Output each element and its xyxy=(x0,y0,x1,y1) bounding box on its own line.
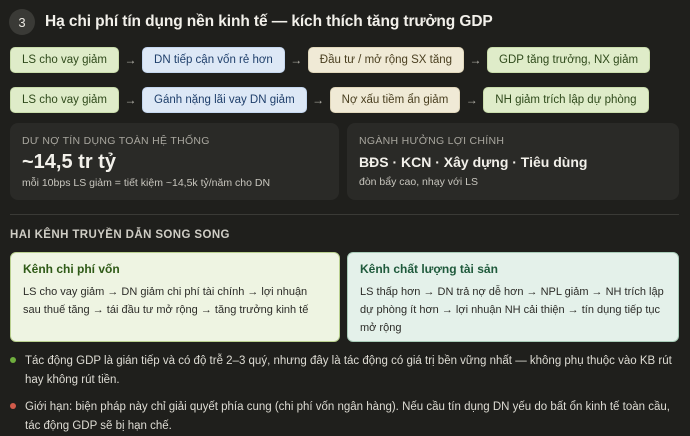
note-text: Tác động GDP là gián tiếp và có độ trễ 2… xyxy=(25,355,672,386)
stat-card-beneficiary-sectors: NGÀNH HƯỞNG LỢI CHÍNH BĐS · KCN · Xây dự… xyxy=(347,123,679,200)
section-heading: HAI KÊNH TRUYỀN DẪN SONG SONG xyxy=(10,229,230,241)
flow-step-bad-debt-down[interactable]: Nợ xấu tiềm ẩn giảm xyxy=(329,87,461,113)
bullet-dot-icon xyxy=(10,357,16,363)
card-label: NGÀNH HƯỞNG LỢI CHÍNH xyxy=(359,135,505,147)
arrow-right-icon: → xyxy=(465,93,478,107)
flow-step-lending-rate-down[interactable]: LS cho vay giảm xyxy=(10,47,120,73)
stat-card-credit-outstanding: DƯ NỢ TÍN DỤNG TOÀN HỆ THỐNG ~14,5 tr tỷ… xyxy=(10,123,339,200)
card-label: DƯ NỢ TÍN DỤNG TOÀN HỆ THỐNG xyxy=(22,135,210,147)
bullet-dot-icon xyxy=(10,403,16,409)
flow-step-lending-rate-down[interactable]: LS cho vay giảm xyxy=(10,87,120,113)
arrow-right-icon: → xyxy=(124,53,137,67)
arrow-right-icon: → xyxy=(469,53,482,67)
arrow-right-icon: → xyxy=(124,93,137,107)
page-title: Hạ chi phí tín dụng nền kinh tế — kích t… xyxy=(45,13,493,30)
section-header: 3 Hạ chi phí tín dụng nền kinh tế — kích… xyxy=(9,9,493,35)
note-text: Giới hạn: biện pháp này chỉ giải quyết p… xyxy=(25,401,670,432)
channel-title: Kênh chất lượng tài sản xyxy=(360,262,498,276)
flow-step-gdp-growth[interactable]: GDP tăng trưởng, NX giảm xyxy=(487,47,651,73)
arrow-right-icon: → xyxy=(290,53,303,67)
note-gdp-impact: Tác động GDP là gián tiếp và có độ trễ 2… xyxy=(10,352,682,390)
card-value: BĐS · KCN · Xây dựng · Tiêu dùng xyxy=(359,154,588,170)
channel-description: LS thấp hơn → DN trả nợ dễ hơn → NPL giả… xyxy=(360,286,664,334)
flow-step-cheaper-capital[interactable]: DN tiếp cận vốn rẻ hơn xyxy=(142,47,285,73)
flow-step-interest-burden-down[interactable]: Gánh nặng lãi vay DN giảm xyxy=(142,87,307,113)
channel-title: Kênh chi phí vốn xyxy=(23,262,120,276)
note-limitation: Giới hạn: biện pháp này chỉ giải quyết p… xyxy=(10,398,682,436)
flow-row-cost-channel: LS cho vay giảm → DN tiếp cận vốn rẻ hơn… xyxy=(10,47,651,73)
channel-card-cost-of-capital: Kênh chi phí vốn LS cho vay giảm → DN gi… xyxy=(10,252,340,342)
card-subtext: mỗi 10bps LS giảm = tiết kiệm ~14,5k tỷ/… xyxy=(22,177,271,189)
flow-step-investment-up[interactable]: Đầu tư / mở rộng SX tăng xyxy=(307,47,465,73)
step-number-badge: 3 xyxy=(9,9,35,35)
arrow-right-icon: → xyxy=(312,93,325,107)
section-divider xyxy=(10,214,679,215)
card-value: ~14,5 tr tỷ xyxy=(22,151,116,173)
card-subtext: đòn bẩy cao, nhạy với LS xyxy=(359,176,478,188)
channel-card-asset-quality: Kênh chất lượng tài sản LS thấp hơn → DN… xyxy=(347,252,679,342)
flow-row-asset-quality-channel: LS cho vay giảm → Gánh nặng lãi vay DN g… xyxy=(10,87,649,113)
flow-step-provisions-down[interactable]: NH giảm trích lập dự phòng xyxy=(483,87,649,113)
channel-description: LS cho vay giảm → DN giảm chi phí tài ch… xyxy=(23,286,309,316)
